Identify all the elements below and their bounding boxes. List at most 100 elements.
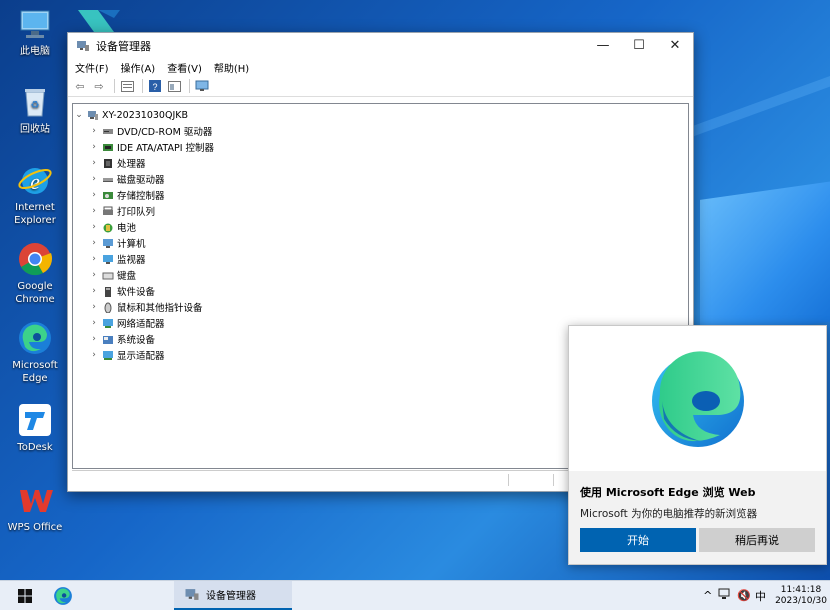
tree-item-label: 软件设备 xyxy=(117,287,156,298)
toolbar: ⇦ ⇨ ? xyxy=(68,76,693,97)
desktop-icon-todesk[interactable]: ToDesk xyxy=(6,402,64,454)
monitor-icon[interactable] xyxy=(194,79,210,93)
taskbar-device-manager[interactable]: 设备管理器 xyxy=(174,581,292,610)
system-tray: ^ 🔇 中 11:41:18 2023/10/30 xyxy=(703,581,830,610)
expand-chevron-icon[interactable]: › xyxy=(88,190,100,200)
tree-item[interactable]: › 软件设备 xyxy=(88,283,688,299)
desktop-icon-wps[interactable]: WPS Office xyxy=(6,482,64,534)
tree-item-label: 键盘 xyxy=(117,271,137,282)
maximize-button[interactable]: ☐ xyxy=(621,33,657,58)
properties-icon[interactable] xyxy=(119,79,135,93)
menu-file[interactable]: 文件(F) xyxy=(75,60,109,75)
tree-root[interactable]: ⌄ XY-20231030QJKB xyxy=(73,107,688,123)
expand-chevron-icon[interactable]: › xyxy=(88,222,100,232)
desktop-icon-edge[interactable]: Microsoft Edge xyxy=(6,320,64,385)
toolbar-separator xyxy=(189,79,190,93)
tree-item-label: 显示适配器 xyxy=(117,351,165,362)
ime-indicator[interactable]: 中 xyxy=(755,588,766,604)
expand-chevron-icon[interactable]: › xyxy=(88,318,100,328)
notification-hero xyxy=(569,326,826,471)
disk-drive-icon xyxy=(103,177,113,182)
edge-notification: 使用 Microsoft Edge 浏览 Web Microsoft 为你的电脑… xyxy=(568,325,827,565)
recycle-bin-icon: ♻ xyxy=(17,84,53,120)
status-pane xyxy=(553,474,554,486)
expand-chevron-icon[interactable]: › xyxy=(88,158,100,168)
expand-chevron-icon[interactable]: › xyxy=(88,270,100,280)
expand-chevron-icon[interactable]: › xyxy=(88,174,100,184)
view-icon[interactable] xyxy=(166,79,182,93)
monitor-icon xyxy=(103,254,113,264)
desktop-icon-label: WPS Office xyxy=(7,522,63,533)
clock[interactable]: 11:41:18 2023/10/30 xyxy=(772,585,830,607)
battery-icon xyxy=(103,223,113,232)
tree-item-label: 监视器 xyxy=(117,255,146,266)
clock-date: 2023/10/30 xyxy=(775,595,827,606)
tree-item[interactable]: › 鼠标和其他指针设备 xyxy=(88,299,688,315)
volume-muted-icon[interactable]: 🔇 xyxy=(737,589,751,602)
tree-item-label: 打印队列 xyxy=(117,207,156,218)
chevron-up-icon[interactable]: ^ xyxy=(703,589,712,602)
desktop-icon-this-pc[interactable]: 此电脑 xyxy=(6,6,64,58)
tree-item[interactable]: › 监视器 xyxy=(88,251,688,267)
expand-chevron-icon[interactable]: › xyxy=(88,238,100,248)
desktop-light-panel xyxy=(700,180,830,340)
menu-action[interactable]: 操作(A) xyxy=(121,60,156,75)
tree-item-label: 计算机 xyxy=(117,239,146,250)
tree-item[interactable]: › IDE ATA/ATAPI 控制器 xyxy=(88,139,688,155)
tree-item[interactable]: › 计算机 xyxy=(88,235,688,251)
device-manager-icon xyxy=(185,589,199,600)
back-arrow-icon[interactable]: ⇦ xyxy=(72,79,88,93)
expand-chevron-icon[interactable]: › xyxy=(88,302,100,312)
expand-chevron-icon[interactable]: › xyxy=(88,350,100,360)
menu-help[interactable]: 帮助(H) xyxy=(214,60,249,75)
tree-item-label: DVD/CD-ROM 驱动器 xyxy=(117,127,213,138)
desktop-icon-label: Microsoft Edge xyxy=(12,360,58,384)
desktop-icon-recycle-bin[interactable]: ♻ 回收站 xyxy=(6,84,64,136)
processor-icon xyxy=(104,158,112,168)
tree-item[interactable]: › 打印队列 xyxy=(88,203,688,219)
title-bar[interactable]: 设备管理器 — ☐ ✕ xyxy=(68,33,693,58)
edge-logo-icon xyxy=(651,350,744,447)
desktop-icon-ie[interactable]: e Internet Explorer xyxy=(6,162,64,227)
menu-view[interactable]: 查看(V) xyxy=(167,60,202,75)
collapse-chevron-icon[interactable]: ⌄ xyxy=(73,110,85,120)
expand-chevron-icon[interactable]: › xyxy=(88,126,100,136)
window-title: 设备管理器 xyxy=(96,39,151,53)
tree-item[interactable]: › 电池 xyxy=(88,219,688,235)
expand-chevron-icon[interactable]: › xyxy=(88,142,100,152)
forward-arrow-icon[interactable]: ⇨ xyxy=(91,79,107,93)
windows-logo-icon xyxy=(18,588,32,603)
desktop-icon-label: Google Chrome xyxy=(15,281,55,305)
tree-item-label: 鼠标和其他指针设备 xyxy=(117,303,203,314)
system-device-icon xyxy=(103,335,113,344)
network-icon[interactable] xyxy=(718,588,732,603)
tree-item[interactable]: › 处理器 xyxy=(88,155,688,171)
menu-bar: 文件(F) 操作(A) 查看(V) 帮助(H) xyxy=(68,58,693,76)
desktop-icon-chrome[interactable]: Google Chrome xyxy=(6,241,64,306)
wps-icon xyxy=(17,482,53,518)
tree-item[interactable]: › 磁盘驱动器 xyxy=(88,171,688,187)
storage-controller-icon xyxy=(103,191,113,199)
taskbar-edge[interactable] xyxy=(50,581,76,610)
later-button[interactable]: 稍后再说 xyxy=(699,528,815,552)
desktop-icon-label: ToDesk xyxy=(17,442,53,453)
close-button[interactable]: ✕ xyxy=(657,33,693,58)
start-button[interactable] xyxy=(10,581,40,610)
toolbar-separator xyxy=(142,79,143,93)
todesk-icon xyxy=(17,402,53,438)
expand-chevron-icon[interactable]: › xyxy=(88,206,100,216)
expand-chevron-icon[interactable]: › xyxy=(88,286,100,296)
start-button[interactable]: 开始 xyxy=(580,528,696,552)
tree-item[interactable]: › 存储控制器 xyxy=(88,187,688,203)
desktop-icon-label: Internet Explorer xyxy=(14,202,56,226)
expand-chevron-icon[interactable]: › xyxy=(88,254,100,264)
tree-item[interactable]: › 键盘 xyxy=(88,267,688,283)
device-manager-icon xyxy=(77,40,89,51)
help-icon[interactable]: ? xyxy=(147,79,163,93)
tree-item[interactable]: › DVD/CD-ROM 驱动器 xyxy=(88,123,688,139)
toolbar-separator xyxy=(114,79,115,93)
expand-chevron-icon[interactable]: › xyxy=(88,334,100,344)
dvd-drive-icon xyxy=(103,128,113,134)
minimize-button[interactable]: — xyxy=(585,33,621,58)
computer-icon xyxy=(88,110,98,120)
